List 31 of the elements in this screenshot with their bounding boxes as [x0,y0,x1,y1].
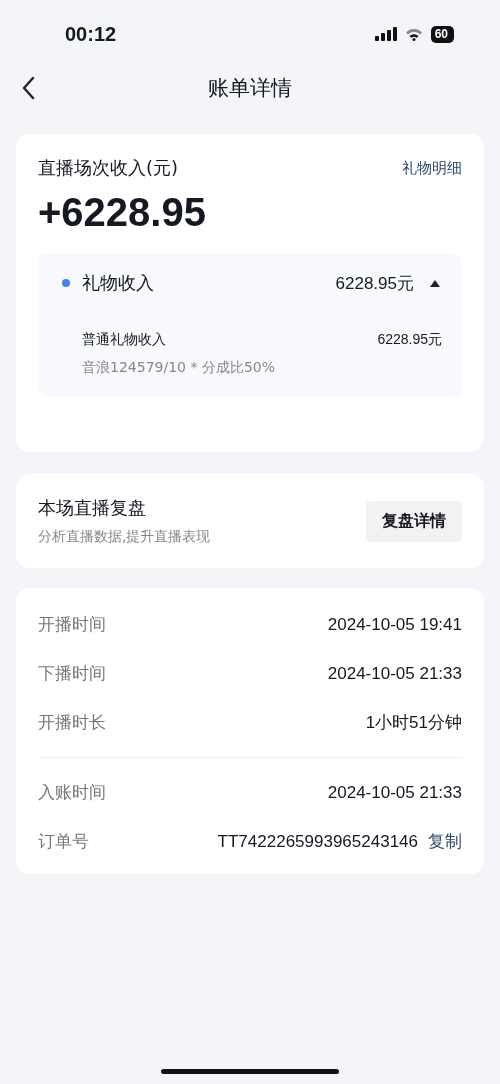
calculation-note: 音浪124579/10 * 分成比50% [82,359,276,377]
back-icon [21,76,35,100]
gift-type-value: 6228.95元 [377,331,442,349]
page-title: 账单详情 [208,75,292,102]
info-value: TT7422265993965243146 [217,831,418,852]
gift-type-label: 普通礼物收入 [82,331,166,349]
info-value: 2024-10-05 21:33 [327,663,462,684]
signal-icon [374,27,397,41]
info-label: 开播时间 [38,613,107,636]
info-value: 2024-10-05 19:41 [327,614,462,635]
gift-income-label: 礼物收入 [82,271,155,295]
info-value: 2024-10-05 21:33 [327,782,462,803]
back-button[interactable] [20,75,36,101]
info-label: 下播时间 [38,662,107,685]
bullet-dot-icon [62,279,70,287]
copy-link[interactable]: 复制 [428,830,462,853]
info-label: 入账时间 [38,781,107,804]
income-amount: +6228.95 [38,190,207,235]
wifi-icon [404,27,423,41]
review-subtitle: 分析直播数据,提升直播表现 [38,528,211,546]
review-detail-button[interactable]: 复盘详情 [366,500,462,542]
battery-indicator: 60 [430,25,454,43]
gift-income-value: 6228.95元 [335,272,414,295]
info-value: 1小时51分钟 [365,712,462,734]
gift-detail-link[interactable]: 礼物明细 [402,158,462,178]
review-title: 本场直播复盘 [38,496,147,520]
status-time: 00:12 [65,22,117,46]
info-label: 订单号 [38,830,90,853]
income-title: 直播场次收入(元) [38,156,179,180]
info-label: 开播时长 [38,711,107,734]
caret-icon [430,279,440,287]
